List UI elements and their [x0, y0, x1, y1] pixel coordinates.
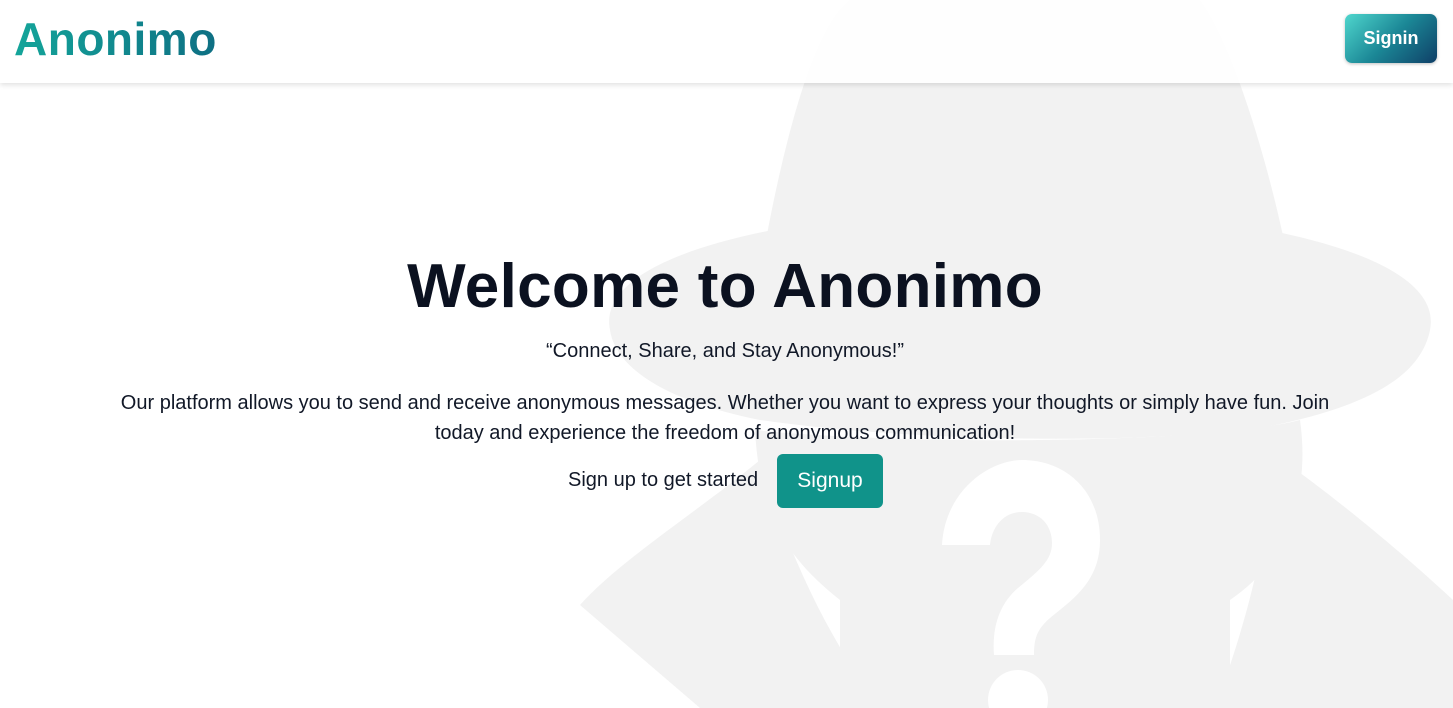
top-navbar: Anonimo Signin	[0, 0, 1453, 83]
signup-button[interactable]: Signup	[777, 454, 883, 508]
hero-description: Our platform allows you to send and rece…	[120, 392, 1330, 444]
signup-prompt: Sign up to get started	[568, 469, 759, 491]
hero-section: Welcome to Anonimo “Connect, Share, and …	[0, 0, 1453, 708]
hero-title: Welcome to Anonimo	[407, 252, 1043, 321]
signin-button[interactable]: Signin	[1345, 14, 1437, 63]
signup-cta: Sign up to get started Signup	[0, 454, 1453, 508]
hero-tagline: “Connect, Share, and Stay Anonymous!”	[546, 340, 904, 362]
brand-logo[interactable]: Anonimo	[14, 12, 217, 66]
